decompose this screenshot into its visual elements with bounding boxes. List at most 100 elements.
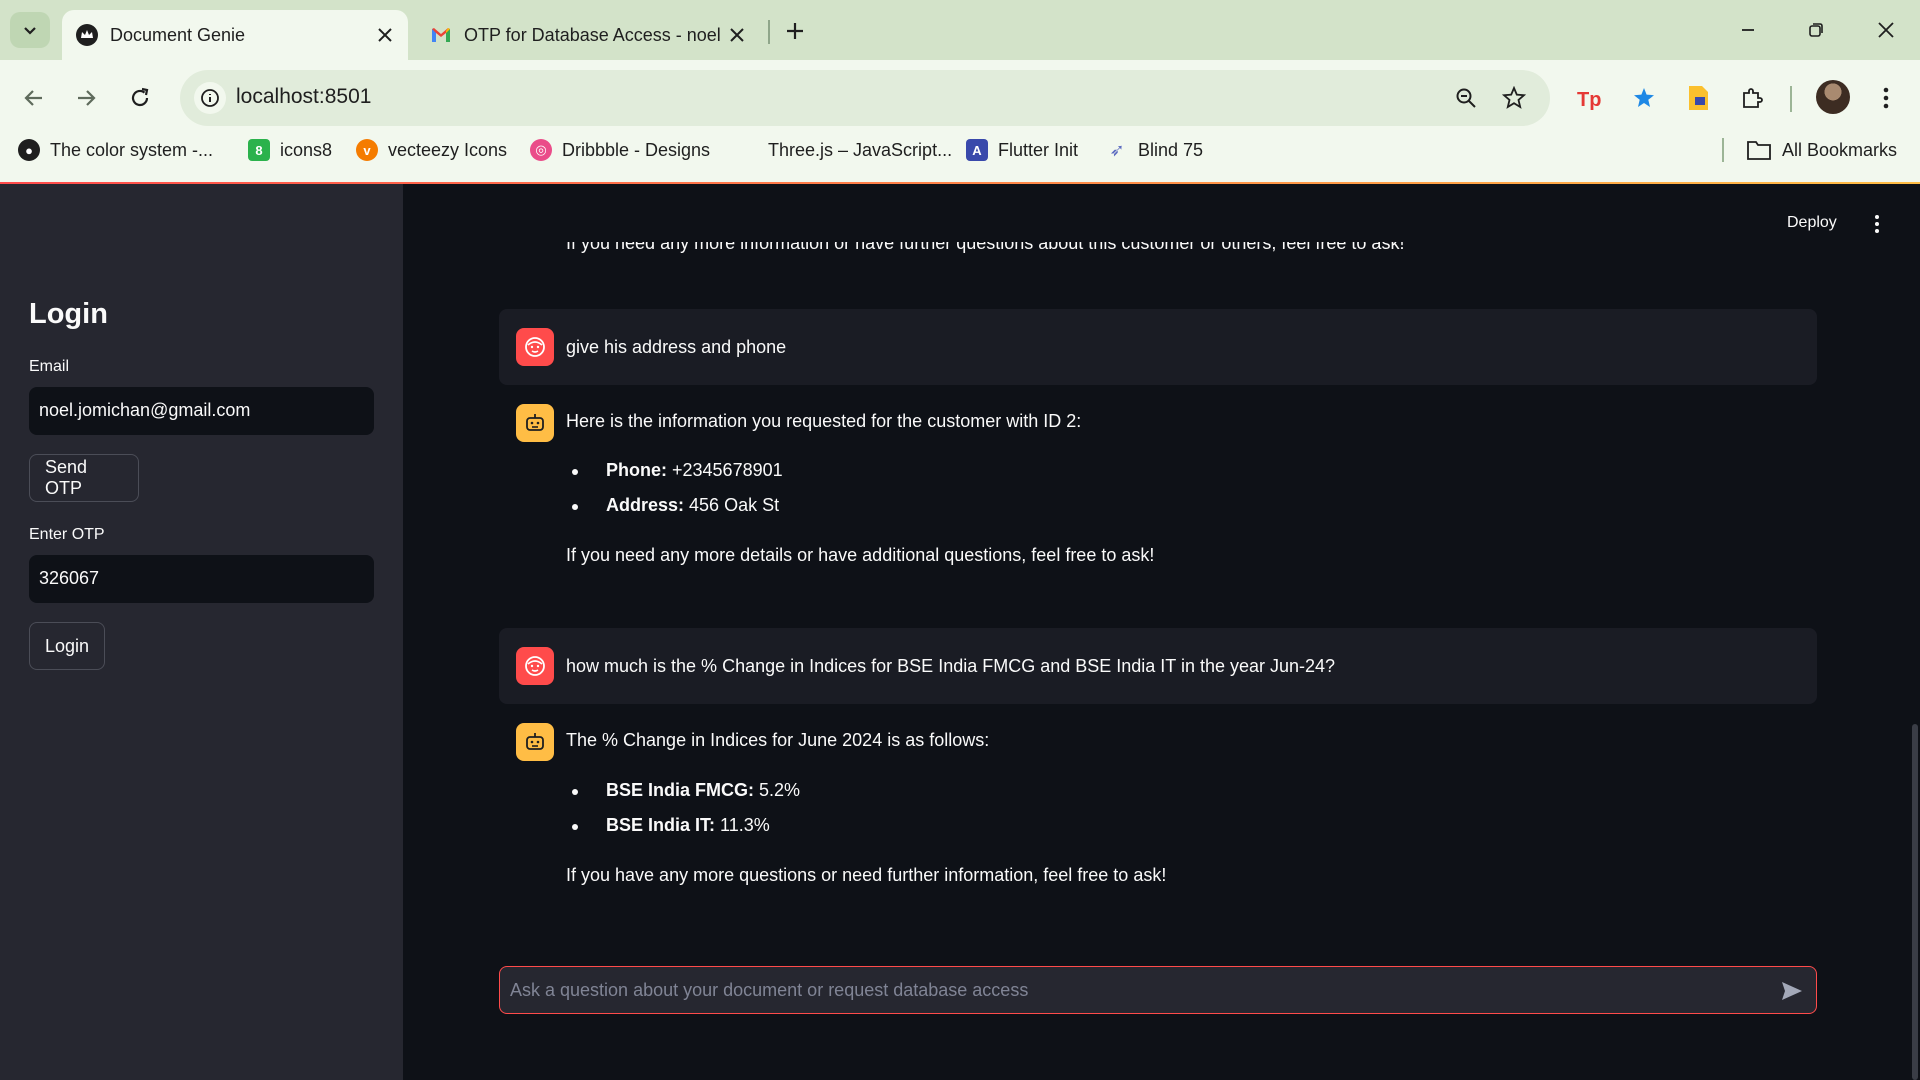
bookmark-label: The color system -... xyxy=(50,139,214,160)
forward-button[interactable] xyxy=(66,78,106,118)
chat-message-user: how much is the % Change in Indices for … xyxy=(499,628,1817,704)
restore-button[interactable] xyxy=(1796,12,1836,48)
minimize-button[interactable] xyxy=(1728,12,1768,48)
url-text: localhost:8501 xyxy=(236,85,372,108)
otp-label: Enter OTP xyxy=(29,526,105,543)
message-intro: Here is the information you requested fo… xyxy=(566,411,1082,431)
scrollbar[interactable] xyxy=(1912,724,1918,1080)
tab-divider xyxy=(768,20,770,44)
user-face-icon xyxy=(525,656,545,676)
more-vertical-icon xyxy=(1883,87,1889,109)
user-face-icon xyxy=(525,337,545,357)
new-tab-button[interactable] xyxy=(778,14,812,48)
bookmark-item[interactable]: ➶ Blind 75 xyxy=(1106,130,1203,170)
toolbar-divider xyxy=(1790,86,1792,112)
chat-input-container xyxy=(499,966,1817,1014)
tab-gmail-otp[interactable]: OTP for Database Access - noel xyxy=(420,10,760,60)
email-field[interactable]: noel.jomichan@gmail.com xyxy=(29,387,374,435)
list-item-value: 5.2% xyxy=(754,780,801,800)
bookmarks-bar: ● The color system -... 8 icons8 v vecte… xyxy=(0,130,1920,182)
reload-icon xyxy=(131,87,149,107)
chat-message-user: give his address and phone xyxy=(499,309,1817,385)
otp-field[interactable]: 326067 xyxy=(29,555,374,603)
close-icon xyxy=(1878,22,1894,38)
login-button[interactable]: Login xyxy=(29,622,105,670)
browser-toolbar: localhost:8501 Tp ● The color system -..… xyxy=(0,60,1920,190)
sidebar-title: Login xyxy=(29,298,108,330)
chevron-down-icon xyxy=(24,27,36,35)
list-item: BSE India FMCG: 5.2% xyxy=(572,780,800,801)
send-button[interactable] xyxy=(1776,975,1808,1007)
reload-button[interactable] xyxy=(120,78,160,118)
tp-extension-icon: Tp xyxy=(1577,89,1601,110)
list-item-value: 11.3% xyxy=(715,815,770,835)
tab-document-genie[interactable]: Document Genie xyxy=(62,10,408,60)
bookmark-label: icons8 xyxy=(280,139,333,160)
bookmark-label: Blind 75 xyxy=(1138,139,1204,160)
all-bookmarks-label: All Bookmarks xyxy=(1782,139,1898,160)
blue-star-extension-icon xyxy=(1634,88,1654,107)
message-intro: The % Change in Indices for June 2024 is… xyxy=(566,730,990,750)
message-outro: If you need any more details or have add… xyxy=(566,545,1155,565)
bookmark-label: Dribbble - Designs xyxy=(562,139,711,160)
list-item-value: 456 Oak St xyxy=(684,495,780,515)
extension-tp-button[interactable]: Tp xyxy=(1570,78,1610,118)
bookmark-item[interactable]: ● The color system -... xyxy=(18,130,213,170)
rocket-icon: ➶ xyxy=(1109,139,1125,160)
folder-icon xyxy=(1747,141,1771,160)
bookmark-item[interactable]: ◎ Dribbble - Designs xyxy=(530,130,710,170)
close-tab-button[interactable] xyxy=(370,20,400,50)
bookmark-star-button[interactable] xyxy=(1498,82,1530,114)
all-bookmarks-button[interactable]: All Bookmarks xyxy=(1746,130,1897,170)
bookmark-item[interactable]: v vecteezy Icons xyxy=(356,130,507,170)
send-otp-button[interactable]: Send OTP xyxy=(29,454,139,502)
chat-input[interactable] xyxy=(510,975,1750,1005)
close-tab-button[interactable] xyxy=(722,20,752,50)
main-menu-button[interactable] xyxy=(1865,208,1889,240)
bookmark-item[interactable]: 8 icons8 xyxy=(248,130,332,170)
vecteezy-icon: v xyxy=(356,139,378,161)
profile-avatar[interactable] xyxy=(1816,80,1850,114)
tab-search-button[interactable] xyxy=(10,12,50,48)
gmail-icon xyxy=(432,28,450,42)
tab-title: OTP for Database Access - noel xyxy=(464,24,721,45)
site-info-button[interactable] xyxy=(194,82,226,114)
extension-star-button[interactable] xyxy=(1624,78,1664,118)
bookmark-label: Flutter Init xyxy=(998,139,1079,160)
github-icon: ● xyxy=(18,139,40,161)
email-label: Email xyxy=(29,358,70,375)
extensions-button[interactable] xyxy=(1732,78,1772,118)
browser-menu-button[interactable] xyxy=(1866,78,1906,118)
message-outro: If you have any more questions or need f… xyxy=(566,865,1167,885)
extension-file-button[interactable] xyxy=(1678,78,1718,118)
address-bar[interactable]: localhost:8501 xyxy=(180,70,1550,126)
streamlit-crown-icon xyxy=(76,24,98,46)
list-item-value: +2345678901 xyxy=(667,460,783,480)
star-icon xyxy=(1502,86,1526,109)
robot-icon xyxy=(526,414,544,431)
user-avatar xyxy=(516,647,554,685)
cut-off-line: If you need any more information or have… xyxy=(566,242,1405,253)
tab-title: Document Genie xyxy=(110,24,246,45)
close-icon xyxy=(378,28,392,42)
plus-icon xyxy=(787,23,803,39)
list-item-key: Address: xyxy=(606,495,685,515)
deploy-button[interactable]: Deploy xyxy=(1787,214,1837,232)
flutter-icon: A xyxy=(966,139,988,161)
list-item-key: Phone: xyxy=(606,460,667,480)
bookmarks-divider xyxy=(1722,138,1724,162)
more-vertical-icon xyxy=(1875,215,1879,233)
list-item-key: BSE India IT: xyxy=(606,815,716,835)
bookmark-item[interactable]: A Flutter Init xyxy=(966,130,1078,170)
send-icon xyxy=(1782,982,1802,1000)
close-window-button[interactable] xyxy=(1866,12,1906,48)
assistant-avatar xyxy=(516,723,554,761)
list-item: Phone: +2345678901 xyxy=(572,460,783,481)
bookmark-item[interactable]: Three.js – JavaScript... xyxy=(736,130,952,170)
robot-icon xyxy=(526,733,544,750)
list-item: Address: 456 Oak St xyxy=(572,495,779,516)
arrow-left-icon xyxy=(24,90,42,106)
svg-text:Tp: Tp xyxy=(1577,89,1601,110)
zoom-button[interactable] xyxy=(1450,82,1482,114)
back-button[interactable] xyxy=(14,78,54,118)
